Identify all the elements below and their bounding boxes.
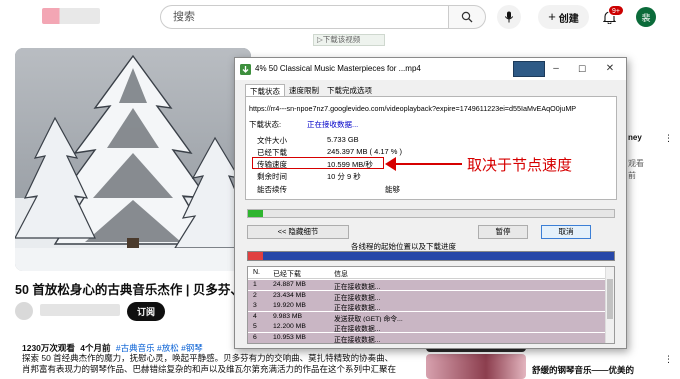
voice-search-button[interactable]	[497, 5, 521, 29]
row-number: 1	[253, 281, 257, 288]
resume-value: 能够	[385, 185, 400, 194]
table-scrollbar[interactable]	[605, 267, 614, 343]
dialog-tabs: 下载状态 速度限制 下载完成选项	[245, 84, 376, 96]
table-row[interactable]: 6 10.953 MB 正在接收数据...	[248, 332, 606, 344]
download-url: https://rr4---sn-npoe7nz7.googlevideo.co…	[249, 104, 577, 113]
download-dialog: 4% 50 Classical Music Masterpieces for .…	[234, 57, 627, 349]
snowy-trees-image	[15, 48, 251, 271]
search-icon	[461, 11, 473, 23]
tab-speed-limit[interactable]: 速度限制	[285, 84, 323, 96]
annotation-text: 取决于节点速度	[467, 157, 573, 174]
row-number: 3	[253, 302, 257, 309]
row-downloaded: 24.887 MB	[273, 281, 306, 288]
row-info: 正在接收数据...	[334, 326, 381, 333]
row-info: 发送获取 (GET) 命令...	[334, 315, 403, 323]
file-size-label: 文件大小	[257, 136, 287, 145]
download-progress-bar	[247, 209, 615, 218]
table-row[interactable]: 3 19.920 MB 正在接收数据...	[248, 301, 606, 312]
minimize-button[interactable]: –	[545, 60, 567, 78]
idm-download-panel[interactable]: ▷下载该视频	[313, 34, 385, 46]
column-downloaded[interactable]: 已经下载	[273, 269, 301, 279]
notification-badge: 9+	[608, 5, 624, 16]
youtube-header: 搜索 + 创建 9+ 裴	[0, 0, 680, 34]
file-size-value: 5.733 GB	[327, 135, 359, 144]
more-icon-2[interactable]: ⋮	[664, 354, 673, 365]
dialog-title: 4% 50 Classical Music Masterpieces for .…	[255, 64, 421, 73]
arrow-icon	[385, 157, 462, 171]
account-avatar[interactable]: 裴	[636, 7, 656, 27]
maximize-button[interactable]: ☐	[571, 60, 593, 78]
sidebar-fragment-2: 观看	[628, 159, 644, 168]
row-number: 6	[253, 333, 257, 341]
video-title[interactable]: 50 首放松身心的古典音乐杰作 | 贝多芬、	[15, 279, 243, 298]
table-row[interactable]: 2 23.434 MB 正在接收数据...	[248, 290, 606, 302]
sidebar-thumbnail[interactable]	[426, 354, 526, 379]
row-info: 正在接收数据...	[334, 336, 381, 344]
channel-avatar[interactable]	[15, 302, 33, 320]
description-line-2: 肖邦富有表现力的钢琴作品、巴赫错综复杂的和声以及维瓦尔第充满活力的作品在这个系列…	[22, 364, 397, 374]
create-button[interactable]: + 创建	[538, 5, 589, 29]
row-info: 正在接收数据...	[334, 294, 381, 302]
time-left-label: 剩余时间	[257, 172, 287, 181]
row-info: 正在接收数据...	[334, 305, 381, 312]
table-row[interactable]: 5 12.200 MB 正在接收数据...	[248, 322, 606, 333]
segments-progress-bar	[247, 251, 615, 261]
pause-button[interactable]: 暂停	[478, 225, 528, 239]
resume-label: 能否续传	[257, 185, 287, 194]
row-downloaded: 12.200 MB	[273, 323, 306, 330]
channel-name-blurred[interactable]	[40, 304, 120, 316]
segments-progress-fill	[248, 252, 264, 260]
tab-completion-options[interactable]: 下载完成选项	[323, 84, 376, 96]
row-number: 5	[253, 323, 257, 330]
video-thumbnail[interactable]	[15, 48, 251, 271]
view-count: 1230万次观看	[22, 343, 75, 353]
subscribe-button[interactable]: 订阅	[127, 302, 165, 321]
scrollbar-thumb[interactable]	[607, 279, 613, 319]
idm-app-icon	[240, 64, 251, 75]
time-left-value: 10 分 9 秒	[327, 172, 361, 181]
sidebar-video-title[interactable]: 舒缓的钢琴音乐——优美的	[532, 364, 634, 376]
download-progress-fill	[248, 210, 264, 217]
row-number: 4	[253, 312, 257, 320]
column-info[interactable]: 信息	[334, 269, 348, 279]
sidebar-fragment-3: 前	[628, 171, 636, 180]
search-input[interactable]: 搜索	[160, 5, 448, 29]
upload-age: 4个月前	[80, 343, 111, 353]
cancel-button[interactable]: 取消	[541, 225, 591, 239]
status-value: 正在接收数据...	[307, 120, 359, 129]
row-downloaded: 9.983 MB	[273, 312, 303, 320]
youtube-logo[interactable]	[42, 8, 100, 24]
row-downloaded: 19.920 MB	[273, 302, 306, 309]
plus-icon: +	[548, 9, 556, 24]
tab-download-status[interactable]: 下载状态	[245, 84, 285, 96]
speed-graph-icon	[513, 61, 545, 77]
column-number[interactable]: N.	[253, 269, 260, 276]
row-info: 正在接收数据...	[334, 284, 381, 291]
description-line-1: 探索 50 首经典杰作的魔力，抚慰心灵，唤起平静感。贝多芬有力的交响曲、莫扎特精…	[22, 353, 394, 363]
hashtags[interactable]: #古典音乐 #放松 #钢琴	[116, 343, 203, 353]
speed-highlight-box	[252, 157, 384, 169]
table-header: N. 已经下载 信息	[248, 267, 606, 279]
microphone-icon	[504, 11, 514, 23]
sidebar-fragment-1: ney	[628, 133, 642, 142]
table-row[interactable]: 4 9.983 MB 发送获取 (GET) 命令...	[248, 311, 606, 323]
video-description: 探索 50 首经典杰作的魔力，抚慰心灵，唤起平静感。贝多芬有力的交响曲、莫扎特精…	[22, 353, 422, 375]
row-number: 2	[253, 291, 257, 299]
table-row[interactable]: 1 24.887 MB 正在接收数据...	[248, 280, 606, 291]
row-downloaded: 23.434 MB	[273, 291, 306, 299]
more-icon[interactable]: ⋮	[664, 133, 673, 144]
row-downloaded: 10.953 MB	[273, 333, 306, 341]
hide-details-button[interactable]: << 隐藏细节	[247, 225, 349, 239]
dialog-titlebar[interactable]: 4% 50 Classical Music Masterpieces for .…	[235, 58, 626, 80]
connections-table[interactable]: N. 已经下载 信息 1 24.887 MB 正在接收数据... 2 23.434 MB…	[247, 266, 615, 344]
close-button[interactable]: ✕	[599, 60, 621, 78]
create-label: 创建	[558, 13, 579, 25]
status-label: 下载状态:	[249, 120, 282, 129]
search-button[interactable]	[448, 5, 486, 29]
